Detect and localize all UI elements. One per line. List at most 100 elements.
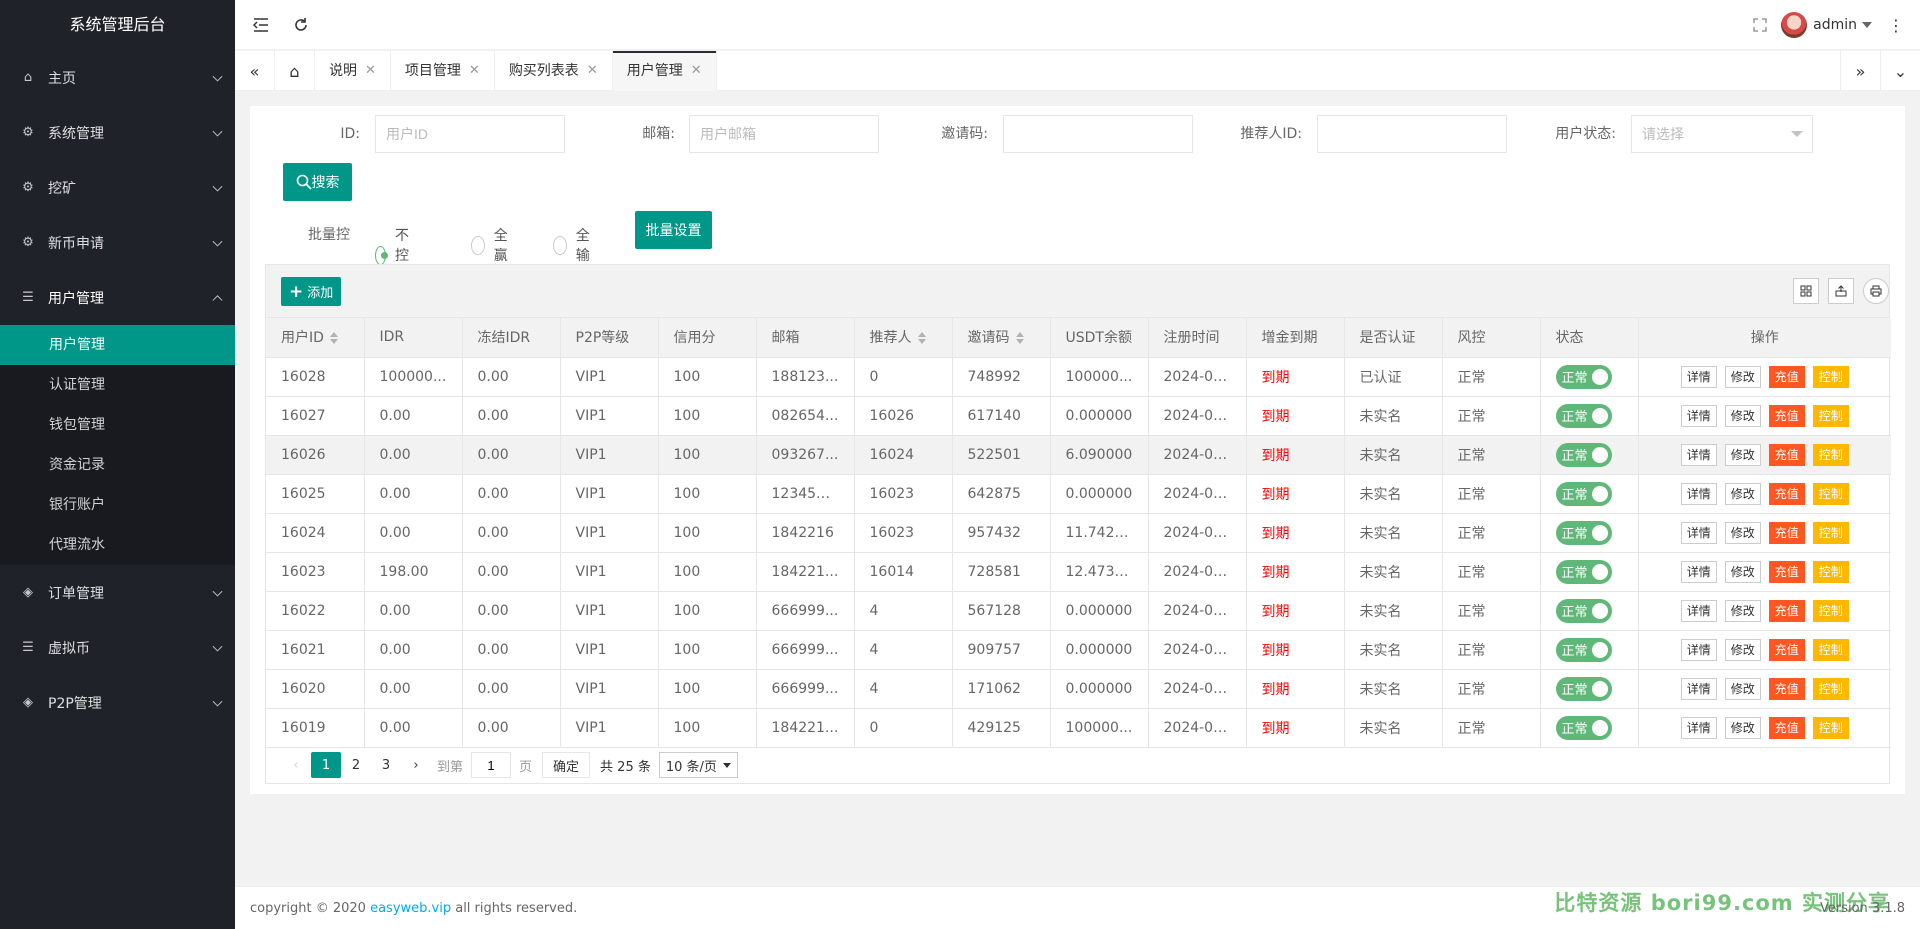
detail-button[interactable]: 详情 <box>1680 404 1717 427</box>
close-icon[interactable]: ✕ <box>469 51 480 91</box>
sidebar-sub-bank-accounts[interactable]: 银行账户 <box>0 485 235 525</box>
invite-code-input[interactable] <box>1003 115 1193 153</box>
next-page-icon[interactable]: › <box>401 752 431 778</box>
col-invite-code[interactable]: 邀请码 <box>952 318 1051 358</box>
sidebar-sub-auth-manage[interactable]: 认证管理 <box>0 365 235 405</box>
sidebar-sub-agent-flow[interactable]: 代理流水 <box>0 525 235 565</box>
recharge-button[interactable]: 充值 <box>1768 521 1805 544</box>
page-3[interactable]: 3 <box>371 752 401 778</box>
user-status-select[interactable] <box>1631 115 1813 153</box>
control-button[interactable]: 控制 <box>1812 404 1849 427</box>
status-switch[interactable]: 正常 <box>1555 598 1612 623</box>
recharge-button[interactable]: 充值 <box>1768 404 1805 427</box>
recharge-button[interactable]: 充值 <box>1768 482 1805 505</box>
batch-set-button[interactable]: 批量设置 <box>635 211 712 249</box>
col-referrer[interactable]: 推荐人 <box>854 318 953 358</box>
status-switch[interactable]: 正常 <box>1555 637 1612 662</box>
status-switch[interactable]: 正常 <box>1555 364 1612 389</box>
sort-icon[interactable] <box>1015 332 1024 345</box>
edit-button[interactable]: 修改 <box>1724 638 1761 661</box>
prev-page-icon[interactable]: ‹ <box>281 752 311 778</box>
sidebar-sub-user-manage[interactable]: 用户管理 <box>0 325 235 365</box>
status-switch[interactable]: 正常 <box>1555 676 1612 701</box>
fullscreen-icon[interactable] <box>1740 0 1780 50</box>
status-switch[interactable]: 正常 <box>1555 481 1612 506</box>
page-2[interactable]: 2 <box>341 752 371 778</box>
user-id-input[interactable] <box>375 115 565 153</box>
close-icon[interactable]: ✕ <box>691 51 702 91</box>
sidebar-item-orders[interactable]: ◈ 订单管理 <box>0 565 235 620</box>
refresh-icon[interactable] <box>281 0 321 50</box>
control-button[interactable]: 控制 <box>1812 677 1849 700</box>
home-tab-icon[interactable]: ⌂ <box>275 51 315 91</box>
sidebar-item-mining[interactable]: ⚙ 挖矿 <box>0 160 235 215</box>
tab-readme[interactable]: 说明 ✕ <box>315 51 391 91</box>
goto-page-input[interactable] <box>471 752 512 778</box>
more-vertical-icon[interactable]: ⋮ <box>1876 0 1916 50</box>
tabs-scroll-right-icon[interactable]: » <box>1840 51 1880 91</box>
close-icon[interactable]: ✕ <box>365 51 376 91</box>
control-button[interactable]: 控制 <box>1812 716 1849 739</box>
sidebar-item-system[interactable]: ⚙ 系统管理 <box>0 105 235 160</box>
detail-button[interactable]: 详情 <box>1680 638 1717 661</box>
detail-button[interactable]: 详情 <box>1680 443 1717 466</box>
recharge-button[interactable]: 充值 <box>1768 599 1805 622</box>
edit-button[interactable]: 修改 <box>1724 560 1761 583</box>
edit-button[interactable]: 修改 <box>1724 521 1761 544</box>
detail-button[interactable]: 详情 <box>1680 482 1717 505</box>
edit-button[interactable]: 修改 <box>1724 404 1761 427</box>
tab-user-manage[interactable]: 用户管理 ✕ <box>612 51 717 91</box>
status-switch[interactable]: 正常 <box>1555 520 1612 545</box>
control-button[interactable]: 控制 <box>1812 521 1849 544</box>
page-1[interactable]: 1 <box>311 752 341 778</box>
control-button[interactable]: 控制 <box>1812 482 1849 505</box>
edit-button[interactable]: 修改 <box>1724 599 1761 622</box>
status-switch[interactable]: 正常 <box>1555 403 1612 428</box>
edit-button[interactable]: 修改 <box>1724 443 1761 466</box>
detail-button[interactable]: 详情 <box>1680 677 1717 700</box>
edit-button[interactable]: 修改 <box>1724 365 1761 388</box>
control-button[interactable]: 控制 <box>1812 365 1849 388</box>
sidebar-item-virtual-coin[interactable]: ☰ 虚拟币 <box>0 620 235 675</box>
sidebar-item-new-coin[interactable]: ⚙ 新币申请 <box>0 215 235 270</box>
control-button[interactable]: 控制 <box>1812 599 1849 622</box>
tabs-scroll-left-icon[interactable]: « <box>235 51 275 91</box>
status-switch[interactable]: 正常 <box>1555 715 1612 740</box>
goto-confirm-button[interactable]: 确定 <box>542 752 591 778</box>
control-button[interactable]: 控制 <box>1812 638 1849 661</box>
tab-purchase-list[interactable]: 购买列表表 ✕ <box>495 51 613 91</box>
detail-button[interactable]: 详情 <box>1680 521 1717 544</box>
edit-button[interactable]: 修改 <box>1724 716 1761 739</box>
user-menu[interactable]: admin <box>1781 0 1872 50</box>
columns-filter-icon[interactable] <box>1793 278 1819 304</box>
detail-button[interactable]: 详情 <box>1680 716 1717 739</box>
sort-icon[interactable] <box>329 332 338 345</box>
sidebar-item-home[interactable]: ⌂ 主页 <box>0 50 235 105</box>
referrer-id-input[interactable] <box>1317 115 1507 153</box>
status-switch[interactable]: 正常 <box>1555 559 1612 584</box>
sidebar-sub-wallet-manage[interactable]: 钱包管理 <box>0 405 235 445</box>
detail-button[interactable]: 详情 <box>1680 560 1717 583</box>
menu-collapse-icon[interactable] <box>241 0 281 50</box>
detail-button[interactable]: 详情 <box>1680 365 1717 388</box>
detail-button[interactable]: 详情 <box>1680 599 1717 622</box>
recharge-button[interactable]: 充值 <box>1768 638 1805 661</box>
tab-projects[interactable]: 项目管理 ✕ <box>391 51 495 91</box>
sidebar-item-p2p[interactable]: ◈ P2P管理 <box>0 675 235 730</box>
print-icon[interactable] <box>1863 278 1889 304</box>
radio-all-lose[interactable]: 全输 <box>553 225 595 265</box>
close-icon[interactable]: ✕ <box>587 51 598 91</box>
recharge-button[interactable]: 充值 <box>1768 443 1805 466</box>
recharge-button[interactable]: 充值 <box>1768 365 1805 388</box>
add-button[interactable]: + 添加 <box>281 277 342 306</box>
control-button[interactable]: 控制 <box>1812 443 1849 466</box>
sidebar-item-users[interactable]: ☰ 用户管理 <box>0 270 235 325</box>
sidebar-sub-fund-records[interactable]: 资金记录 <box>0 445 235 485</box>
status-switch[interactable]: 正常 <box>1555 442 1612 467</box>
radio-all-win[interactable]: 全赢 <box>471 225 513 265</box>
sort-icon[interactable] <box>917 332 926 345</box>
page-size-select[interactable]: 10 条/页 <box>658 752 738 778</box>
col-user-id[interactable]: 用户ID <box>266 318 365 358</box>
recharge-button[interactable]: 充值 <box>1768 677 1805 700</box>
export-icon[interactable] <box>1828 278 1854 304</box>
